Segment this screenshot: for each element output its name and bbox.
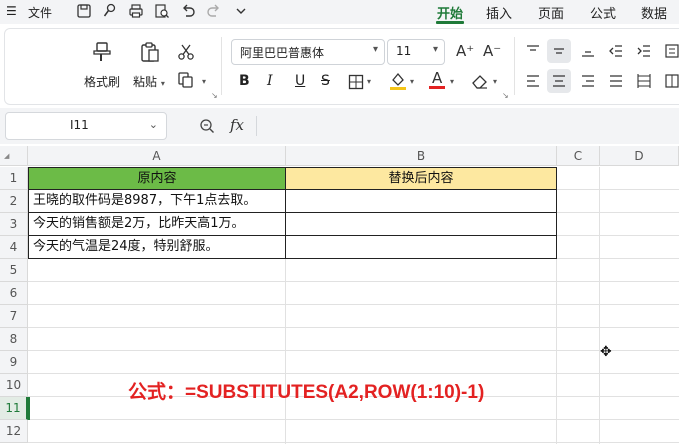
align-left-icon[interactable]	[525, 73, 541, 89]
align-top-icon[interactable]	[525, 43, 541, 59]
eraser-icon[interactable]	[471, 72, 489, 90]
font-color-button[interactable]: A	[432, 69, 442, 87]
border-dropdown-caret[interactable]: ▾	[367, 77, 371, 86]
row-header[interactable]: 9	[0, 351, 28, 374]
tab-data[interactable]: 数据	[641, 3, 667, 22]
font-name-value: 阿里巴巴普惠体	[240, 46, 325, 60]
row-header-selected[interactable]: 11	[0, 397, 28, 420]
print-icon[interactable]	[128, 3, 144, 19]
active-tab-indicator	[436, 21, 464, 24]
fx-icon[interactable]: fx	[230, 116, 244, 134]
zoom-search-icon[interactable]	[199, 118, 215, 134]
cell-b3[interactable]	[286, 213, 557, 236]
fill-color-dropdown-caret[interactable]: ▾	[410, 77, 414, 86]
cell-b4[interactable]	[286, 236, 557, 259]
cell-b1[interactable]: 替换后内容	[286, 167, 557, 190]
copy-dropdown-caret[interactable]: ▾	[202, 77, 206, 86]
row-header[interactable]: 5	[0, 259, 28, 282]
ribbon-separator	[514, 37, 515, 95]
row-header[interactable]: 10	[0, 374, 28, 397]
chevron-down-icon: ▾	[372, 44, 378, 55]
border-icon[interactable]	[348, 74, 364, 90]
font-color-bar	[429, 86, 445, 89]
print-preview-icon[interactable]	[154, 3, 170, 19]
cell-b2[interactable]	[286, 190, 557, 213]
copy-icon[interactable]	[177, 71, 195, 89]
align-center-icon	[553, 75, 565, 87]
hamburger-icon[interactable]: ☰	[6, 4, 17, 18]
brush-icon[interactable]	[102, 3, 118, 19]
distributed-align-icon[interactable]	[636, 73, 652, 89]
format-painter-icon[interactable]	[91, 41, 113, 63]
increase-indent-icon[interactable]	[636, 43, 652, 59]
selection-indicator	[28, 397, 30, 420]
font-color-dropdown-caret[interactable]: ▾	[450, 77, 454, 86]
grow-font-icon[interactable]: A⁺	[456, 42, 474, 60]
justify-icon[interactable]	[608, 73, 624, 89]
name-box[interactable]: I11 ⌄	[5, 112, 167, 140]
wrap-text-icon[interactable]	[664, 43, 679, 59]
undo-icon[interactable]	[180, 3, 196, 19]
redo-icon[interactable]	[206, 3, 222, 19]
grid-col-line	[599, 167, 600, 444]
font-size-select[interactable]: 11 ▾	[387, 39, 445, 65]
cell-a3[interactable]: 今天的销售额是2万，比昨天高1万。	[28, 213, 286, 236]
italic-button[interactable]: I	[267, 73, 273, 89]
clipboard-launcher-icon[interactable]: ↘	[211, 91, 218, 100]
move-cursor-icon: ✥	[600, 344, 612, 360]
align-middle-icon	[554, 48, 564, 54]
cell-a4[interactable]: 今天的气温是24度，特别舒服。	[28, 236, 286, 259]
row-header[interactable]: 2	[0, 190, 28, 213]
strikethrough-button[interactable]: S	[321, 73, 330, 89]
cell-a1[interactable]: 原内容	[28, 167, 286, 190]
ribbon-separator	[221, 37, 222, 95]
row-header[interactable]: 6	[0, 282, 28, 305]
underline-button[interactable]: U	[295, 73, 305, 89]
cell-a2[interactable]: 王晓的取件码是8987，下午1点去取。	[28, 190, 286, 213]
chevron-down-icon[interactable]	[233, 3, 249, 19]
row-header[interactable]: 1	[0, 167, 28, 190]
row-header[interactable]: 7	[0, 305, 28, 328]
chevron-down-icon: ▾	[432, 44, 438, 55]
tab-formula[interactable]: 公式	[590, 3, 616, 22]
scissors-icon[interactable]	[177, 43, 195, 61]
font-size-value: 11	[396, 44, 412, 58]
file-menu[interactable]: 文件	[28, 4, 52, 21]
select-all-corner[interactable]: ◢	[0, 146, 28, 166]
formula-input[interactable]	[262, 112, 679, 140]
decrease-indent-icon[interactable]	[608, 43, 624, 59]
row-header[interactable]: 3	[0, 213, 28, 236]
tab-page[interactable]: 页面	[538, 3, 564, 22]
column-header-b[interactable]: B	[286, 146, 557, 166]
menu-bar: ☰ 文件 开始 插入 页面 公式 数据	[0, 0, 679, 24]
row-header[interactable]: 4	[0, 236, 28, 259]
formula-separator	[256, 116, 257, 136]
chevron-down-icon[interactable]: ⌄	[149, 118, 158, 131]
select-all-triangle-icon: ◢	[4, 152, 10, 160]
paste-label[interactable]: 粘贴 ▾	[133, 73, 165, 90]
column-header-d[interactable]: D	[600, 146, 679, 166]
paste-icon[interactable]	[139, 41, 161, 63]
row-header[interactable]: 8	[0, 328, 28, 351]
merge-cells-icon[interactable]	[664, 73, 679, 89]
row-header[interactable]: 12	[0, 420, 28, 443]
clear-dropdown-caret[interactable]: ▾	[493, 77, 497, 86]
bold-button[interactable]: B	[239, 73, 250, 89]
font-launcher-icon[interactable]: ↘	[502, 91, 509, 100]
align-bottom-icon[interactable]	[580, 43, 596, 59]
formula-annotation: 公式：=SUBSTITUTES(A2,ROW(1:10)-1)	[128, 382, 485, 403]
tab-insert[interactable]: 插入	[486, 3, 512, 22]
column-header-c[interactable]: C	[557, 146, 600, 166]
font-name-select[interactable]: 阿里巴巴普惠体 ▾	[231, 39, 385, 65]
column-header-a[interactable]: A	[28, 146, 286, 166]
shrink-font-icon[interactable]: A⁻	[483, 42, 501, 60]
format-painter-label[interactable]: 格式刷	[84, 73, 120, 90]
formula-bar-row: I11 ⌄ fx	[0, 108, 679, 144]
save-icon[interactable]	[76, 3, 92, 19]
ribbon-toolbar: 格式刷 粘贴 ▾ ▾ ↘ 阿里巴巴普惠体 ▾ 11 ▾ A⁺ A⁻ B I U …	[4, 28, 679, 105]
align-right-icon[interactable]	[580, 73, 596, 89]
name-box-value: I11	[70, 118, 89, 132]
fill-color-icon[interactable]	[389, 71, 407, 91]
tab-home[interactable]: 开始	[437, 3, 463, 22]
